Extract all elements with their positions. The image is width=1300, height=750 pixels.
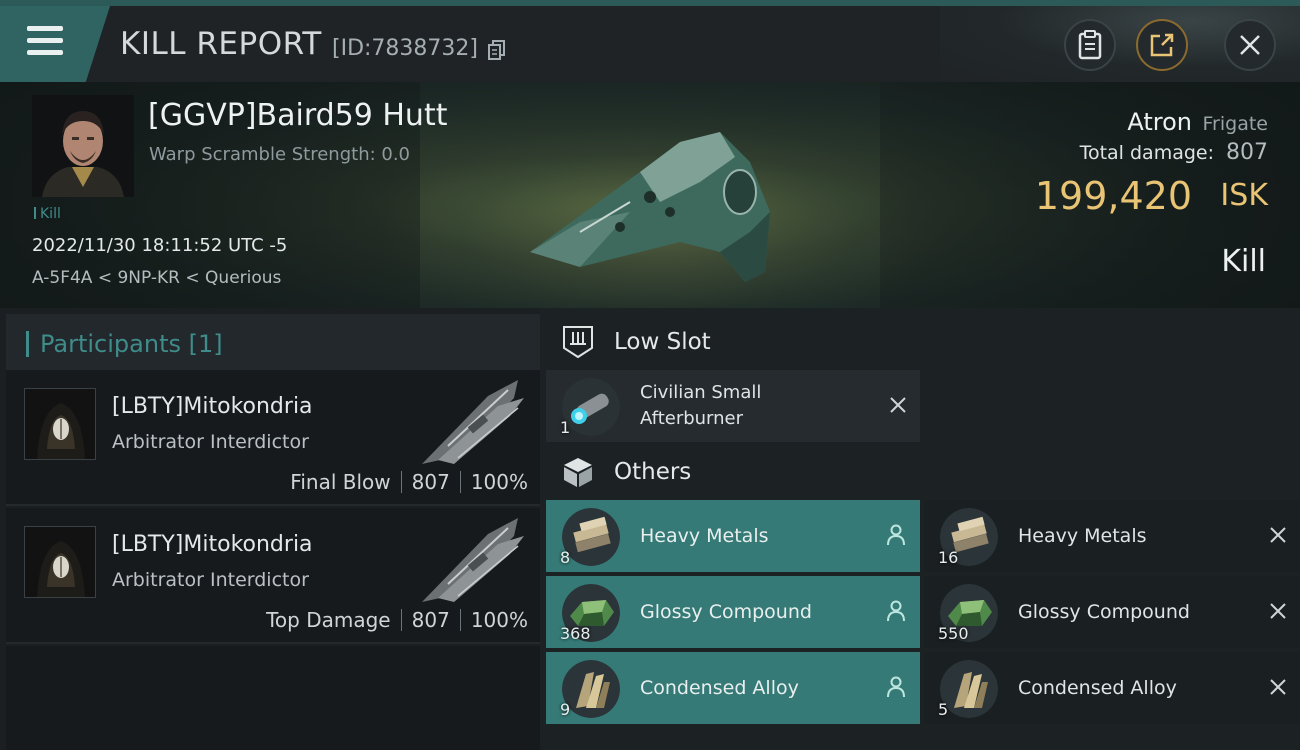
item-name: Heavy Metals: [640, 525, 769, 547]
participant-name[interactable]: [LBTY]Mitokondria: [112, 394, 313, 419]
cargo-box-icon: [564, 458, 592, 487]
item-name: Glossy Compound: [1018, 601, 1190, 623]
low-slot-title: Low Slot: [614, 329, 711, 355]
participant-ship-image: [422, 518, 524, 602]
low-slot-header: Low Slot: [540, 312, 1300, 372]
participant-row[interactable]: [LBTY]Mitokondria Arbitrator Interdictor…: [6, 508, 540, 644]
item-quantity: 9: [560, 700, 571, 719]
isk-value: 199,420: [1034, 174, 1192, 218]
condensed-alloy-icon: [562, 660, 620, 718]
menu-icon: [27, 26, 63, 56]
close-icon: [1240, 35, 1260, 55]
menu-button[interactable]: [0, 6, 110, 82]
item-quantity: 368: [560, 624, 591, 643]
page-title: KILL REPORT: [120, 26, 322, 62]
victim-ship-name[interactable]: Atron: [1127, 108, 1192, 136]
module-quantity: 1: [560, 418, 571, 437]
kill-datetime: 2022/11/30 18:11:52 UTC -5: [32, 235, 288, 256]
participant-stats: Top Damage 807 100%: [266, 608, 528, 632]
low-slot-icon: [563, 326, 593, 359]
module-name: Civilian Small Afterburner: [640, 382, 762, 429]
pilot-avatar: [32, 95, 134, 197]
others-title: Others: [614, 459, 692, 485]
dropped-person-icon: [887, 524, 905, 546]
cargo-item-dropped[interactable]: 9 Condensed Alloy: [546, 652, 920, 724]
item-name: Condensed Alloy: [1018, 677, 1177, 699]
participant-role: Final Blow: [290, 470, 391, 494]
clipboard-icon: [1078, 30, 1102, 60]
participant-name[interactable]: [LBTY]Mitokondria: [112, 532, 313, 557]
share-button[interactable]: [1136, 19, 1188, 71]
condensed-alloy-icon: [940, 660, 998, 718]
participants-panel: Participants [1] [LBTY]Mitokondria Arbit…: [0, 308, 540, 750]
close-button[interactable]: [1224, 19, 1276, 71]
clipboard-button[interactable]: [1064, 19, 1116, 71]
share-icon: [1150, 33, 1174, 57]
heavy-metals-icon: [562, 508, 620, 566]
afterburner-icon: [562, 378, 620, 436]
participant-damage: 807: [411, 470, 450, 494]
victim-ship-image: [530, 132, 770, 282]
destroyed-icon: [1270, 603, 1286, 619]
item-quantity: 8: [560, 548, 571, 567]
cargo-item-destroyed[interactable]: 5 Condensed Alloy: [924, 652, 1300, 724]
kill-type-tag: Kill: [34, 206, 61, 222]
participant-ship: Arbitrator Interdictor: [112, 569, 309, 591]
victim-portrait[interactable]: [32, 95, 134, 197]
cargo-item-dropped[interactable]: 8 Heavy Metals: [546, 500, 920, 572]
participant-avatar: [24, 388, 96, 460]
cargo-item-destroyed[interactable]: 16 Heavy Metals: [924, 500, 1300, 572]
item-name: Glossy Compound: [640, 601, 812, 623]
participants-header: Participants [1]: [6, 314, 540, 374]
cargo-item-dropped[interactable]: 368 Glossy Compound: [546, 576, 920, 648]
fitting-panel: Low Slot 1 Civilian Small Afterburner Ot…: [540, 308, 1300, 750]
cargo-item-destroyed[interactable]: 550 Glossy Compound: [924, 576, 1300, 648]
victim-banner: [GGVP]Baird59 Hutt Warp Scramble Strengt…: [0, 82, 1300, 308]
item-quantity: 550: [938, 624, 969, 643]
report-id: [ID:7838732]: [332, 36, 478, 61]
participants-title: Participants [1]: [40, 330, 223, 358]
copy-icon[interactable]: [488, 40, 506, 60]
total-damage-label: Total damage:: [1079, 142, 1214, 164]
participant-role: Top Damage: [266, 608, 391, 632]
item-name: Heavy Metals: [1018, 525, 1147, 547]
dropped-person-icon: [887, 600, 905, 622]
destroyed-icon: [890, 397, 906, 413]
warp-scramble-strength: Warp Scramble Strength: 0.0: [149, 144, 411, 165]
participants-empty-area: [6, 646, 540, 750]
item-quantity: 16: [938, 548, 959, 567]
destroyed-icon: [1270, 527, 1286, 543]
destroyed-icon: [1270, 679, 1286, 695]
participant-avatar: [24, 526, 96, 598]
kill-result: Kill: [1221, 244, 1266, 279]
item-name: Condensed Alloy: [640, 677, 799, 699]
participant-ship: Arbitrator Interdictor: [112, 431, 309, 453]
participant-damage-percent: 100%: [470, 608, 528, 632]
participant-damage-percent: 100%: [470, 470, 528, 494]
victim-name[interactable]: [GGVP]Baird59 Hutt: [148, 98, 447, 133]
participant-row[interactable]: [LBTY]Mitokondria Arbitrator Interdictor…: [6, 370, 540, 506]
isk-unit: ISK: [1220, 178, 1268, 213]
participant-ship-image: [422, 380, 524, 464]
header-bar: KILL REPORT [ID:7838732]: [0, 6, 1300, 82]
others-header: Others: [540, 442, 1300, 502]
item-quantity: 5: [938, 700, 949, 719]
kill-location[interactable]: A-5F4A < 9NP-KR < Querious: [32, 268, 281, 288]
dropped-person-icon: [887, 676, 905, 698]
participant-stats: Final Blow 807 100%: [290, 470, 528, 494]
participant-damage: 807: [411, 608, 450, 632]
module-item[interactable]: 1 Civilian Small Afterburner: [546, 370, 920, 442]
total-damage-value: 807: [1226, 140, 1268, 165]
victim-ship-class: Frigate: [1202, 113, 1268, 135]
